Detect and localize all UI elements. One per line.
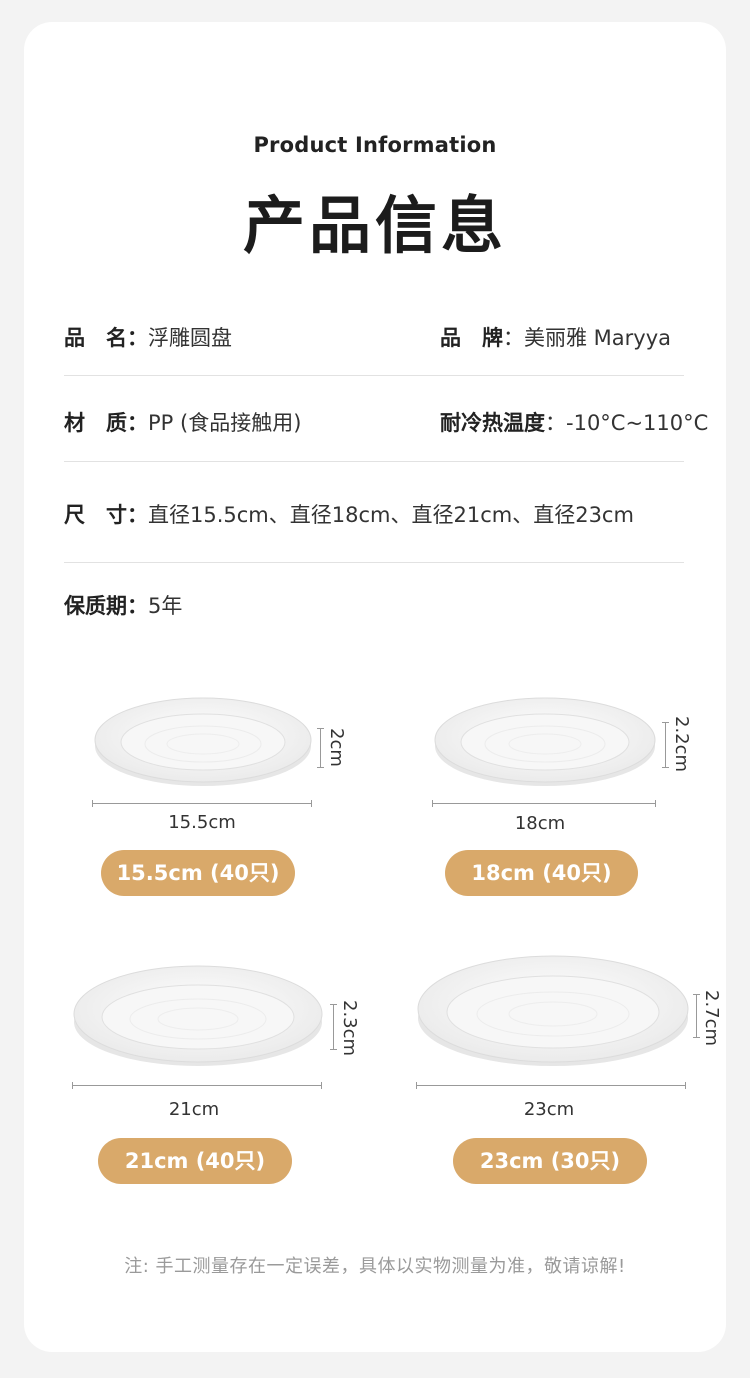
spec-temp-key: 耐冷热温度: [440, 411, 545, 435]
plate-height-label: 2cm: [326, 728, 347, 767]
spec-size-value: 直径15.5cm、直径18cm、直径21cm、直径23cm: [148, 503, 634, 527]
size-pill-15-5: 15.5cm (40只): [101, 850, 295, 896]
height-dimension-line: [330, 1004, 337, 1050]
divider: [64, 375, 684, 376]
size-pill-18: 18cm (40只): [445, 850, 638, 896]
size-pill-21: 21cm (40只): [98, 1138, 292, 1184]
spec-colon: ：: [545, 411, 566, 435]
spec-name-row: 品 名：浮雕圆盘: [64, 322, 232, 352]
spec-shelf-row: 保质期：5年: [64, 590, 182, 620]
width-dimension-line: [432, 800, 656, 807]
spec-shelf-key: 保质期: [64, 594, 127, 618]
width-dimension-line: [416, 1082, 686, 1089]
spec-colon: ：: [127, 411, 148, 435]
spec-colon: ：: [127, 326, 148, 350]
spec-size-key: 尺 寸: [64, 503, 127, 527]
spec-colon: ：: [127, 503, 148, 527]
spec-name-value: 浮雕圆盘: [148, 326, 232, 350]
spec-material-value: PP (食品接触用): [148, 411, 302, 435]
divider: [64, 461, 684, 462]
plate-width-label: 21cm: [168, 1099, 220, 1120]
measurement-note: 注: 手工测量存在一定误差，具体以实物测量为准，敬请谅解!: [124, 1256, 626, 1277]
plate-height-label: 2.3cm: [339, 1000, 360, 1057]
spec-colon: ：: [127, 594, 148, 618]
spec-material-row: 材 质：PP (食品接触用): [64, 407, 301, 437]
plate-image-18: [432, 692, 658, 788]
spec-name-key: 品 名: [64, 326, 127, 350]
width-dimension-line: [92, 800, 312, 807]
spec-temp-row: 耐冷热温度：-10°C~110°C: [440, 407, 708, 437]
plate-height-label: 2.2cm: [671, 716, 692, 773]
plate-image-15-5: [92, 694, 314, 790]
height-dimension-line: [662, 722, 669, 768]
section-title: 产品信息: [242, 189, 507, 262]
height-dimension-line: [317, 728, 324, 768]
height-dimension-line: [693, 994, 700, 1038]
spec-size-row: 尺 寸：直径15.5cm、直径18cm、直径21cm、直径23cm: [64, 499, 634, 529]
plate-width-label: 18cm: [514, 813, 566, 834]
divider: [64, 562, 684, 563]
spec-brand-key: 品 牌: [440, 326, 503, 350]
plate-image-21: [72, 962, 324, 1070]
size-pill-23: 23cm (30只): [453, 1138, 647, 1184]
plate-width-label: 23cm: [523, 1099, 575, 1120]
spec-colon: ：: [503, 326, 524, 350]
width-dimension-line: [72, 1082, 322, 1089]
plate-height-label: 2.7cm: [701, 990, 722, 1047]
section-subtitle: Product Information: [253, 133, 497, 157]
spec-shelf-value: 5年: [148, 594, 183, 618]
plate-image-23: [416, 952, 690, 1070]
plate-width-label: 15.5cm: [168, 812, 236, 833]
spec-brand-value: 美丽雅 Maryya: [524, 326, 672, 350]
spec-material-key: 材 质: [64, 411, 127, 435]
spec-temp-value: -10°C~110°C: [566, 411, 709, 435]
spec-brand-row: 品 牌：美丽雅 Maryya: [440, 322, 671, 352]
